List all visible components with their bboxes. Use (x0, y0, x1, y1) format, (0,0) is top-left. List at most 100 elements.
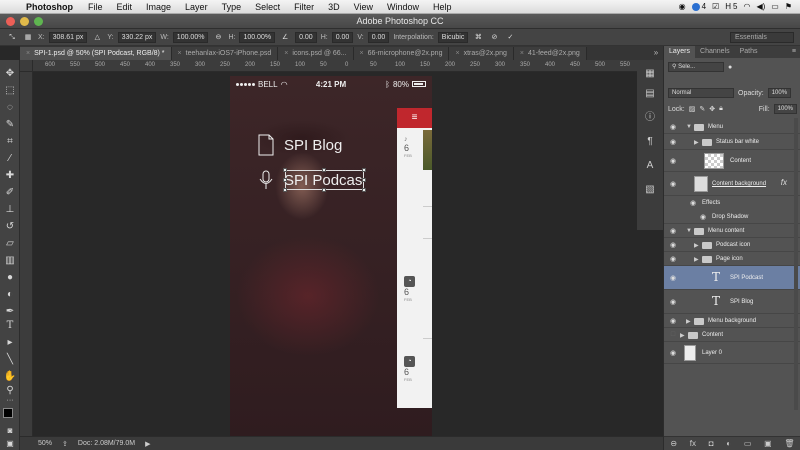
menu-filter[interactable]: Filter (287, 2, 321, 12)
status-menu-arrow-icon[interactable]: ▶ (145, 440, 150, 448)
vskew-field[interactable]: 0.00 (367, 31, 390, 43)
new-group-icon[interactable]: ▭ (744, 439, 752, 448)
expand-arrow-icon[interactable]: ▶ (694, 256, 699, 263)
app-menu[interactable]: Photoshop (22, 2, 81, 12)
healing-brush-tool-icon[interactable]: ✚ (2, 168, 18, 183)
close-tab-icon[interactable]: × (26, 47, 30, 60)
hskew-field[interactable]: 0.00 (331, 31, 354, 43)
minimize-window-button[interactable] (20, 17, 29, 26)
visibility-eye-icon[interactable]: ◉ (668, 241, 678, 249)
wifi-icon[interactable]: ◠ (743, 2, 750, 11)
tab-document-2[interactable]: × teehanlax-iOS7-iPhone.psd (171, 47, 279, 60)
effect-row[interactable]: ◉ Drop Shadow (664, 210, 800, 224)
layer-row-selected[interactable]: ◉ T SPI Podcast (664, 266, 800, 290)
crop-tool-icon[interactable]: ⌗ (2, 134, 18, 149)
height-field[interactable]: 100.00% (239, 31, 276, 43)
layer-row[interactable]: ◉ ▼ Menu (664, 120, 800, 134)
x-position-field[interactable]: 308.61 px (48, 31, 88, 43)
layer-row[interactable]: ◉ ▶ Podcast icon (664, 238, 800, 252)
cancel-transform-icon[interactable]: ⊘ (488, 32, 500, 43)
visibility-eye-icon[interactable]: ◉ (668, 157, 678, 165)
more-tools-icon[interactable]: ··· (2, 393, 18, 408)
quick-select-tool-icon[interactable]: ✎ (2, 117, 18, 132)
move-tool-icon[interactable]: ✥ (2, 66, 18, 81)
screen-mode-icon[interactable]: ▣ (2, 436, 18, 450)
blend-mode-select[interactable]: Normal (668, 88, 734, 98)
interpolation-select[interactable]: Bicubic (437, 31, 469, 43)
commit-transform-icon[interactable]: ✓ (504, 32, 516, 43)
workspace-select[interactable]: Essentials (730, 31, 794, 43)
menu-edit[interactable]: Edit (110, 2, 140, 12)
hamburger-menu-icon[interactable]: ≡ (397, 108, 432, 128)
more-tabs-icon[interactable]: » (649, 46, 663, 60)
gradient-tool-icon[interactable]: ▥ (2, 253, 18, 268)
checkbox-icon[interactable]: ☑ (712, 2, 719, 11)
close-tab-icon[interactable]: × (284, 47, 288, 60)
menu-view[interactable]: View (347, 2, 380, 12)
battery-menu-icon[interactable]: ▭ (771, 2, 779, 11)
visibility-eye-icon[interactable]: ◉ (668, 274, 678, 282)
horizontal-ruler[interactable]: 600 550 500 450 400 350 300 250 200 150 100 50 0 50 10… (33, 60, 663, 72)
tab-document-3[interactable]: × icons.psd @ 66... (278, 47, 354, 60)
flag-icon[interactable]: ⚑ (785, 2, 792, 11)
close-tab-icon[interactable]: × (360, 47, 364, 60)
lock-pixels-icon[interactable]: ▨ (689, 105, 696, 113)
visibility-eye-icon[interactable]: ◉ (698, 213, 708, 221)
hand-tool-icon[interactable]: ✋ (2, 369, 18, 384)
zoom-window-button[interactable] (34, 17, 43, 26)
layer-effects-icon[interactable]: fx (781, 178, 787, 187)
menu-select[interactable]: Select (248, 2, 287, 12)
share-icon[interactable]: ⇪ (62, 440, 68, 448)
tab-document-6[interactable]: × 41-feed@2x.png (513, 47, 587, 60)
reference-point-icon[interactable]: ▦ (22, 32, 34, 43)
visibility-eye-icon[interactable]: ◉ (668, 138, 678, 146)
history-panel-icon[interactable]: ▦ (642, 66, 658, 82)
record-icon[interactable]: ◉ (679, 2, 686, 11)
close-window-button[interactable] (6, 17, 15, 26)
tab-document-5[interactable]: × xtras@2x.png (449, 47, 514, 60)
adjustment-layer-icon[interactable]: ◐ (726, 439, 731, 448)
width-field[interactable]: 100.00% (172, 31, 209, 43)
canvas-area[interactable]: BELL ◠ 4:21 PM ᛒ 80% SPI Blog SPI Podcas… (33, 72, 663, 436)
y-position-field[interactable]: 330.22 px (117, 31, 157, 43)
properties-panel-icon[interactable]: ▤ (642, 86, 658, 102)
visibility-eye-icon[interactable]: ◉ (668, 180, 678, 188)
filter-toggle-icon[interactable]: ● (728, 64, 732, 71)
pen-tool-icon[interactable]: ✒ (2, 304, 18, 319)
menu-file[interactable]: File (81, 2, 110, 12)
document-artboard[interactable]: BELL ◠ 4:21 PM ᛒ 80% SPI Blog SPI Podcas… (230, 76, 432, 436)
brush-tool-icon[interactable]: ✐ (2, 185, 18, 200)
dodge-tool-icon[interactable]: ◐ (2, 287, 18, 302)
character-panel-icon[interactable]: A (642, 158, 658, 174)
menu-layer[interactable]: Layer (178, 2, 215, 12)
layer-row[interactable]: □ ▶ Content (664, 328, 800, 342)
expand-arrow-icon[interactable]: ▶ (694, 139, 699, 146)
eraser-tool-icon[interactable]: ▱ (2, 236, 18, 251)
line-tool-icon[interactable]: ╲ (2, 352, 18, 367)
fill-field[interactable]: 100% (773, 104, 797, 114)
visibility-off-icon[interactable]: □ (668, 331, 678, 338)
rotate-field[interactable]: 0.00 (295, 31, 317, 43)
add-mask-icon[interactable]: ◘ (709, 439, 714, 448)
visibility-eye-icon[interactable]: ◉ (668, 298, 678, 306)
layer-row[interactable]: ◉ Content background fx (664, 172, 800, 196)
lock-image-icon[interactable]: ✎ (699, 105, 705, 113)
lock-position-icon[interactable]: ✥ (709, 105, 715, 113)
visibility-eye-icon[interactable]: ◉ (668, 317, 678, 325)
expand-arrow-icon[interactable]: ▼ (686, 228, 692, 234)
marquee-tool-icon[interactable]: ⬚ (2, 83, 18, 98)
eyedropper-tool-icon[interactable]: ⁄ (2, 151, 18, 166)
opacity-field[interactable]: 100% (767, 88, 792, 98)
expand-arrow-icon[interactable]: ▶ (686, 318, 691, 325)
tab-layers[interactable]: Layers (664, 46, 696, 58)
history-brush-tool-icon[interactable]: ↺ (2, 219, 18, 234)
foreground-color-swatch[interactable] (3, 408, 13, 418)
ruler-origin[interactable] (20, 60, 33, 72)
warp-icon[interactable]: ⌘ (472, 32, 484, 43)
type-tool-icon[interactable]: T (2, 318, 18, 333)
add-style-icon[interactable]: fx (690, 439, 696, 448)
menu-type[interactable]: Type (215, 2, 249, 12)
layer-row[interactable]: ◉ ▶ Status bar white (664, 134, 800, 150)
link-layers-icon[interactable]: ⊖ (670, 439, 677, 448)
kind-filter-select[interactable]: ⚲ Sele... (668, 62, 724, 72)
